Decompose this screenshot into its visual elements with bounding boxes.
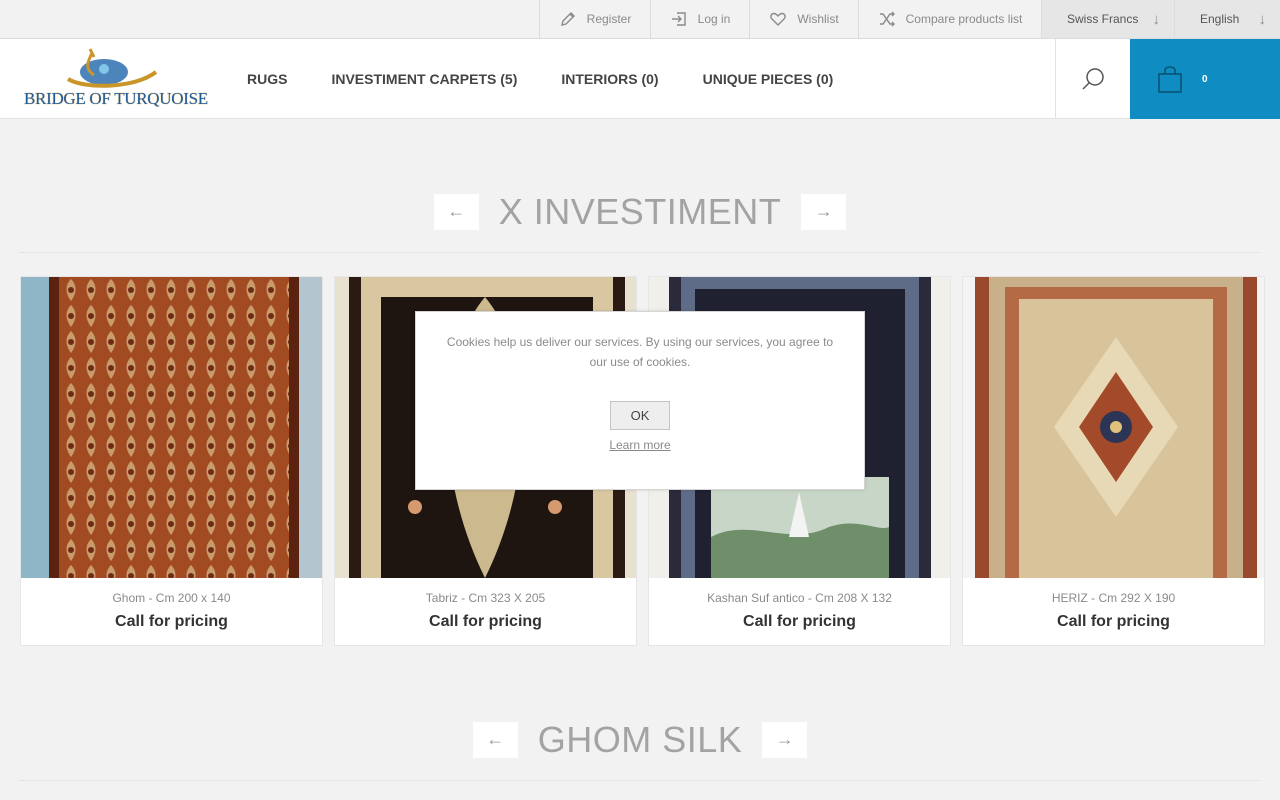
product-price: Call for pricing — [115, 613, 228, 630]
heart-icon — [770, 12, 787, 26]
compare-label: Compare products list — [905, 12, 1023, 26]
section-ghom-silk: ← GHOM SILK → — [20, 715, 1260, 781]
product-name[interactable]: HERIZ - Cm 292 X 190 — [963, 591, 1264, 605]
language-selector[interactable]: English ↓ — [1174, 0, 1280, 38]
product-price: Call for pricing — [429, 613, 542, 630]
next-arrow-button[interactable]: → — [801, 193, 847, 230]
learn-more-link[interactable]: Learn more — [416, 438, 864, 452]
nav-item-investiment-carpets[interactable]: INVESTIMENT CARPETS (5) — [309, 71, 539, 87]
section-header: ← X INVESTIMENT → — [20, 187, 1260, 253]
compare-link[interactable]: Compare products list — [858, 0, 1041, 38]
product-name[interactable]: Tabriz - Cm 323 X 205 — [335, 591, 636, 605]
site-header: BRIDGE OF TURQUOISE RUGS INVESTIMENT CAR… — [0, 39, 1280, 119]
product-image[interactable] — [963, 277, 1264, 578]
next-arrow-button[interactable]: → — [762, 721, 808, 758]
nav-item-interiors[interactable]: INTERIORS (0) — [539, 71, 680, 87]
product-card[interactable]: Ghom - Cm 200 x 140 Call for pricing — [20, 276, 323, 646]
shuffle-icon — [879, 11, 895, 27]
top-utility-bar: Register Log in Wishlist Compare product… — [0, 0, 1280, 39]
cookie-message: Cookies help us deliver our services. By… — [446, 335, 834, 369]
arrow-down-icon: ↓ — [1152, 10, 1161, 28]
login-icon — [671, 12, 686, 26]
search-icon — [1082, 68, 1104, 90]
currency-value: Swiss Francs — [1067, 12, 1139, 26]
rug-image-ghom — [21, 277, 322, 578]
nav-item-unique-pieces[interactable]: UNIQUE PIECES (0) — [681, 71, 856, 87]
logo[interactable]: BRIDGE OF TURQUOISE — [24, 45, 208, 113]
login-link[interactable]: Log in — [650, 0, 749, 38]
wishlist-link[interactable]: Wishlist — [749, 0, 858, 38]
cart-count: 0 — [1202, 73, 1208, 85]
rug-image-heriz — [963, 277, 1264, 578]
product-name[interactable]: Ghom - Cm 200 x 140 — [21, 591, 322, 605]
login-label: Log in — [697, 12, 731, 26]
pencil-icon — [560, 12, 575, 26]
cookie-ok-button[interactable]: OK — [610, 401, 670, 430]
section-header: ← GHOM SILK → — [20, 715, 1260, 781]
shopping-bag-icon — [1158, 66, 1182, 93]
prev-arrow-button[interactable]: ← — [433, 193, 479, 230]
main-nav: RUGS INVESTIMENT CARPETS (5) INTERIORS (… — [225, 39, 855, 119]
language-value: English — [1200, 12, 1240, 26]
logo-emblem — [66, 48, 158, 88]
logo-text: BRIDGE OF TURQUOISE — [24, 89, 208, 108]
search-button[interactable] — [1055, 39, 1130, 119]
product-image[interactable] — [21, 277, 322, 578]
product-card[interactable]: HERIZ - Cm 292 X 190 Call for pricing — [962, 276, 1265, 646]
product-price: Call for pricing — [743, 613, 856, 630]
section-title: X INVESTIMENT — [498, 190, 782, 232]
product-name[interactable]: Kashan Suf antico - Cm 208 X 132 — [649, 591, 950, 605]
cookie-dialog: Cookies help us deliver our services. By… — [415, 311, 865, 490]
section-x-investiment: ← X INVESTIMENT → — [20, 187, 1260, 253]
cart-button[interactable]: 0 — [1130, 39, 1280, 119]
section-title: GHOM SILK — [537, 718, 743, 760]
arrow-down-icon: ↓ — [1258, 10, 1267, 28]
nav-item-rugs[interactable]: RUGS — [225, 71, 309, 87]
product-price: Call for pricing — [1057, 613, 1170, 630]
prev-arrow-button[interactable]: ← — [472, 721, 518, 758]
register-label: Register — [586, 12, 632, 26]
wishlist-label: Wishlist — [797, 12, 839, 26]
register-link[interactable]: Register — [539, 0, 650, 38]
currency-selector[interactable]: Swiss Francs ↓ — [1041, 0, 1174, 38]
